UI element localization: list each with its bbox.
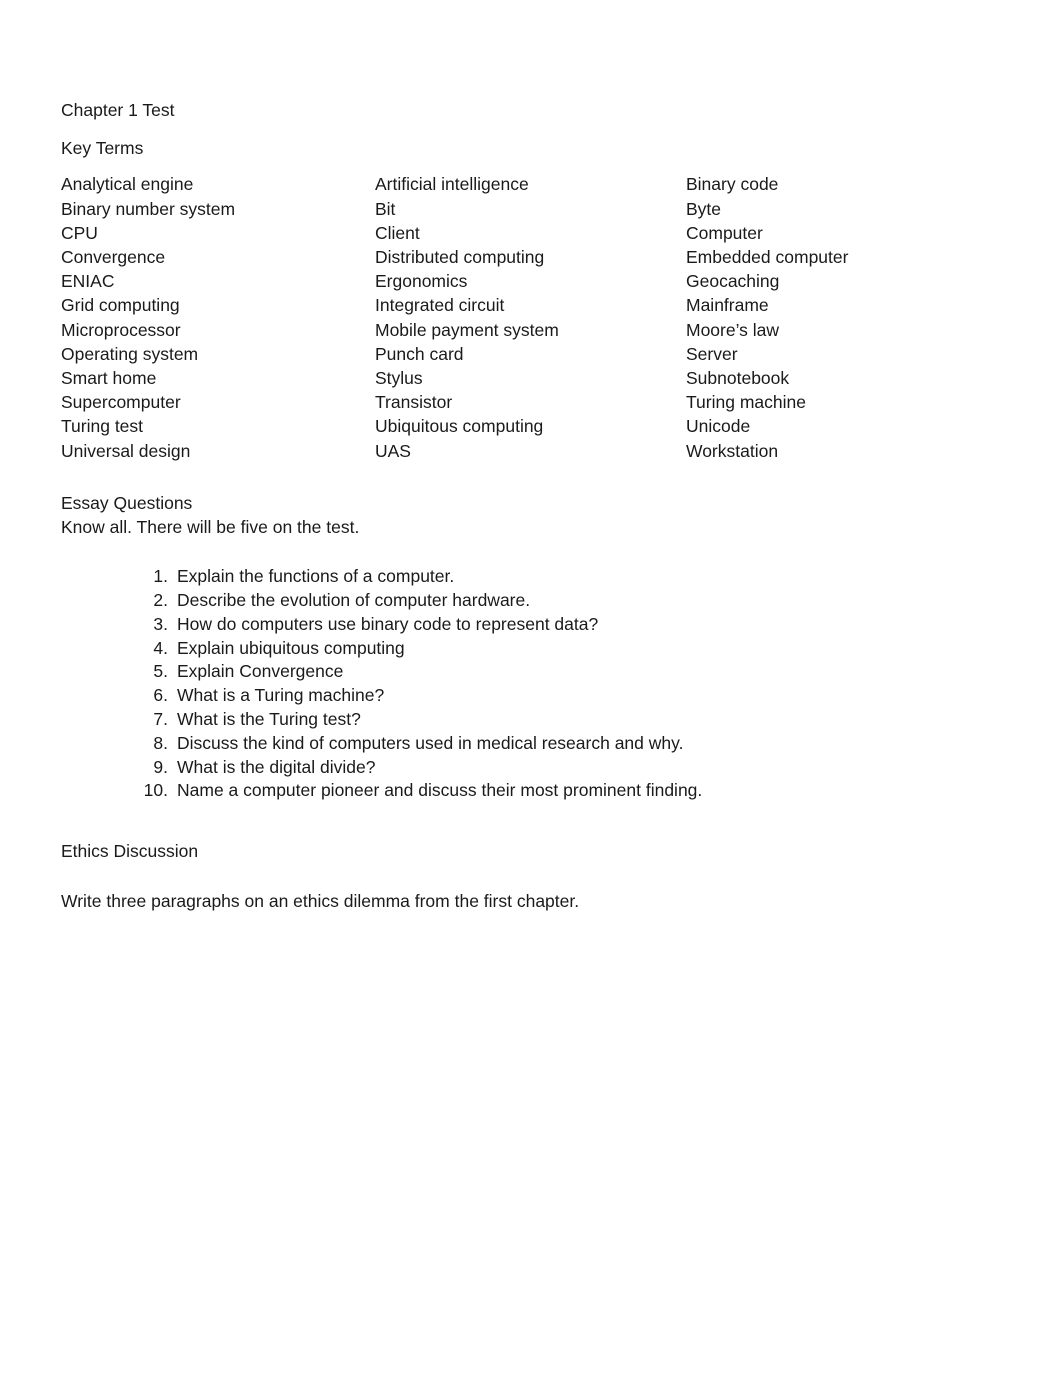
list-item-number: 8. — [153, 732, 168, 753]
list-item: 8. Discuss the kind of computers used in… — [122, 732, 1001, 756]
key-term: Computer — [686, 222, 763, 243]
key-term: Microprocessor — [61, 319, 181, 340]
key-term: Grid computing — [61, 295, 180, 316]
key-term: Punch card — [375, 343, 464, 364]
key-term: Unicode — [686, 416, 751, 437]
document-page: Chapter 1 Test Key Terms Analytical engi… — [0, 0, 1062, 1377]
list-item-label: Explain Convergence — [177, 661, 344, 682]
key-term: CPU — [61, 222, 98, 243]
key-term: Ergonomics — [375, 271, 468, 292]
list-item-number: 7. — [153, 709, 168, 730]
key-term: UAS — [375, 440, 411, 461]
key-term: Turing test — [61, 416, 144, 437]
essay-questions-instruction: Know all. There will be five on the test… — [61, 517, 360, 538]
list-item-label: What is the digital divide? — [177, 756, 376, 777]
key-term: Ubiquitous computing — [375, 416, 544, 437]
key-term: Convergence — [61, 247, 166, 268]
key-term: Byte — [686, 198, 722, 219]
key-term: Server — [686, 343, 738, 364]
key-term: Stylus — [375, 368, 423, 389]
document-title: Chapter 1 Test — [61, 100, 175, 120]
key-term: Moore’s law — [686, 319, 780, 340]
list-item-label: How do computers use binary code to repr… — [177, 613, 599, 634]
list-item-label: Name a computer pioneer and discuss thei… — [177, 780, 703, 801]
key-term: Transistor — [375, 392, 453, 413]
list-item-label: What is the Turing test? — [177, 709, 361, 730]
key-term: Integrated circuit — [375, 295, 505, 316]
key-term: Geocaching — [686, 271, 780, 292]
list-item: 9. What is the digital divide? — [122, 756, 1001, 780]
list-item: 6. What is a Turing machine? — [122, 684, 1001, 708]
key-term: Binary number system — [61, 198, 236, 219]
key-term: ENIAC — [61, 271, 115, 292]
list-item-number: 1. — [153, 566, 168, 587]
key-term: Artificial intelligence — [375, 174, 529, 195]
key-term: Universal design — [61, 440, 191, 461]
key-term: Client — [375, 222, 420, 243]
list-item-number: 3. — [153, 613, 168, 634]
list-item: 1. Explain the functions of a computer. — [122, 565, 1001, 589]
list-item: 7. What is the Turing test? — [122, 708, 1001, 732]
list-item-label: Discuss the kind of computers used in me… — [177, 732, 684, 753]
key-term: Workstation — [686, 440, 779, 461]
list-item-label: Explain the functions of a computer. — [177, 566, 455, 587]
key-term: Distributed computing — [375, 247, 545, 268]
list-item-number: 5. — [153, 661, 168, 682]
list-item: 10. Name a computer pioneer and discuss … — [122, 779, 1001, 803]
key-term: Subnotebook — [686, 368, 790, 389]
list-item-number: 10. — [143, 780, 168, 801]
key-term: Operating system — [61, 343, 199, 364]
key-term: Embedded computer — [686, 247, 849, 268]
list-item: 3. How do computers use binary code to r… — [122, 613, 1001, 637]
list-item-number: 9. — [153, 756, 168, 777]
key-term: Analytical engine — [61, 174, 194, 195]
key-terms-heading: Key Terms — [61, 138, 144, 159]
ethics-discussion-heading: Ethics Discussion — [61, 841, 199, 862]
key-term: Supercomputer — [61, 392, 181, 413]
essay-questions-list: 1. Explain the functions of a computer. … — [122, 565, 1001, 803]
key-term: Smart home — [61, 368, 157, 389]
list-item-label: What is a Turing machine? — [177, 685, 385, 706]
list-item: 4. Explain ubiquitous computing — [122, 637, 1001, 661]
list-item-label: Describe the evolution of computer hardw… — [177, 590, 531, 611]
list-item: 2. Describe the evolution of computer ha… — [122, 589, 1001, 613]
list-item: 5. Explain Convergence — [122, 660, 1001, 684]
list-item-number: 2. — [153, 590, 168, 611]
key-term: Mainframe — [686, 295, 769, 316]
list-item-number: 6. — [153, 685, 168, 706]
document-body: Chapter 1 Test Key Terms Analytical engi… — [61, 98, 1001, 914]
key-term: Bit — [375, 198, 396, 219]
list-item-number: 4. — [153, 637, 168, 658]
essay-questions-heading: Essay Questions — [61, 492, 193, 513]
list-item-label: Explain ubiquitous computing — [177, 637, 405, 658]
ethics-discussion-body: Write three paragraphs on an ethics dile… — [61, 891, 580, 912]
key-terms-grid: Analytical engine Artificial intelligenc… — [61, 172, 1001, 462]
key-term: Turing machine — [686, 392, 806, 413]
key-term: Binary code — [686, 174, 779, 195]
key-term: Mobile payment system — [375, 319, 559, 340]
